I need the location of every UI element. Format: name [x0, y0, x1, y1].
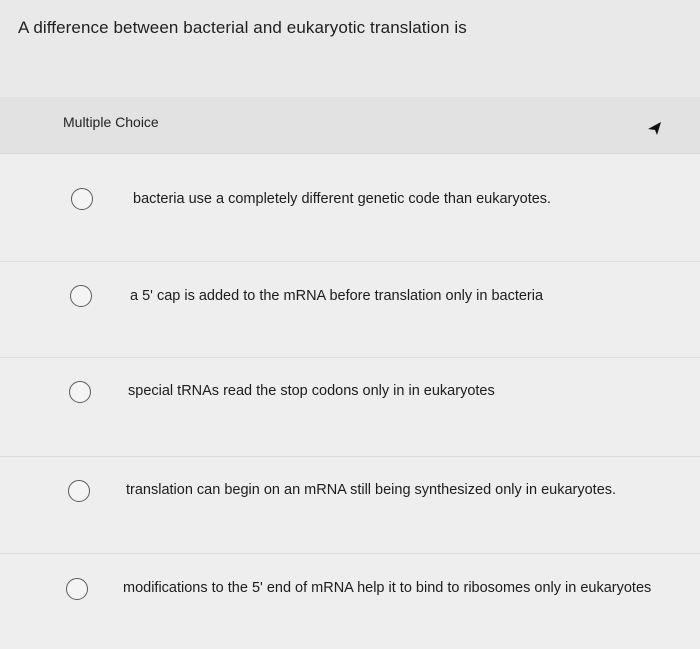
- answer-option-2[interactable]: a 5' cap is added to the mRNA before tra…: [0, 275, 700, 351]
- divider: [0, 553, 700, 554]
- answer-option-1[interactable]: bacteria use a completely different gene…: [0, 178, 700, 254]
- option-label: modifications to the 5' end of mRNA help…: [123, 580, 652, 596]
- divider: [0, 456, 700, 457]
- radio-button[interactable]: [69, 381, 91, 403]
- option-label: translation can begin on an mRNA still b…: [126, 482, 617, 498]
- answer-option-3[interactable]: special tRNAs read the stop codons only …: [0, 370, 700, 446]
- option-label: a 5' cap is added to the mRNA before tra…: [130, 288, 544, 304]
- radio-button[interactable]: [70, 285, 92, 307]
- radio-button[interactable]: [71, 188, 93, 210]
- option-label: bacteria use a completely different gene…: [133, 191, 552, 207]
- radio-button[interactable]: [68, 480, 90, 502]
- answer-option-5[interactable]: modifications to the 5' end of mRNA help…: [0, 567, 700, 643]
- card-header: Multiple Choice: [0, 97, 700, 154]
- divider: [0, 357, 700, 358]
- radio-button[interactable]: [66, 578, 88, 600]
- divider: [0, 261, 700, 262]
- mouse-cursor-icon: [648, 122, 661, 135]
- question-text: A difference between bacterial and eukar…: [18, 18, 467, 37]
- option-label: special tRNAs read the stop codons only …: [128, 383, 495, 399]
- answer-option-4[interactable]: translation can begin on an mRNA still b…: [0, 469, 700, 545]
- multiple-choice-card: Multiple Choice bacteria use a completel…: [0, 97, 700, 649]
- question-type-label: Multiple Choice: [63, 114, 159, 130]
